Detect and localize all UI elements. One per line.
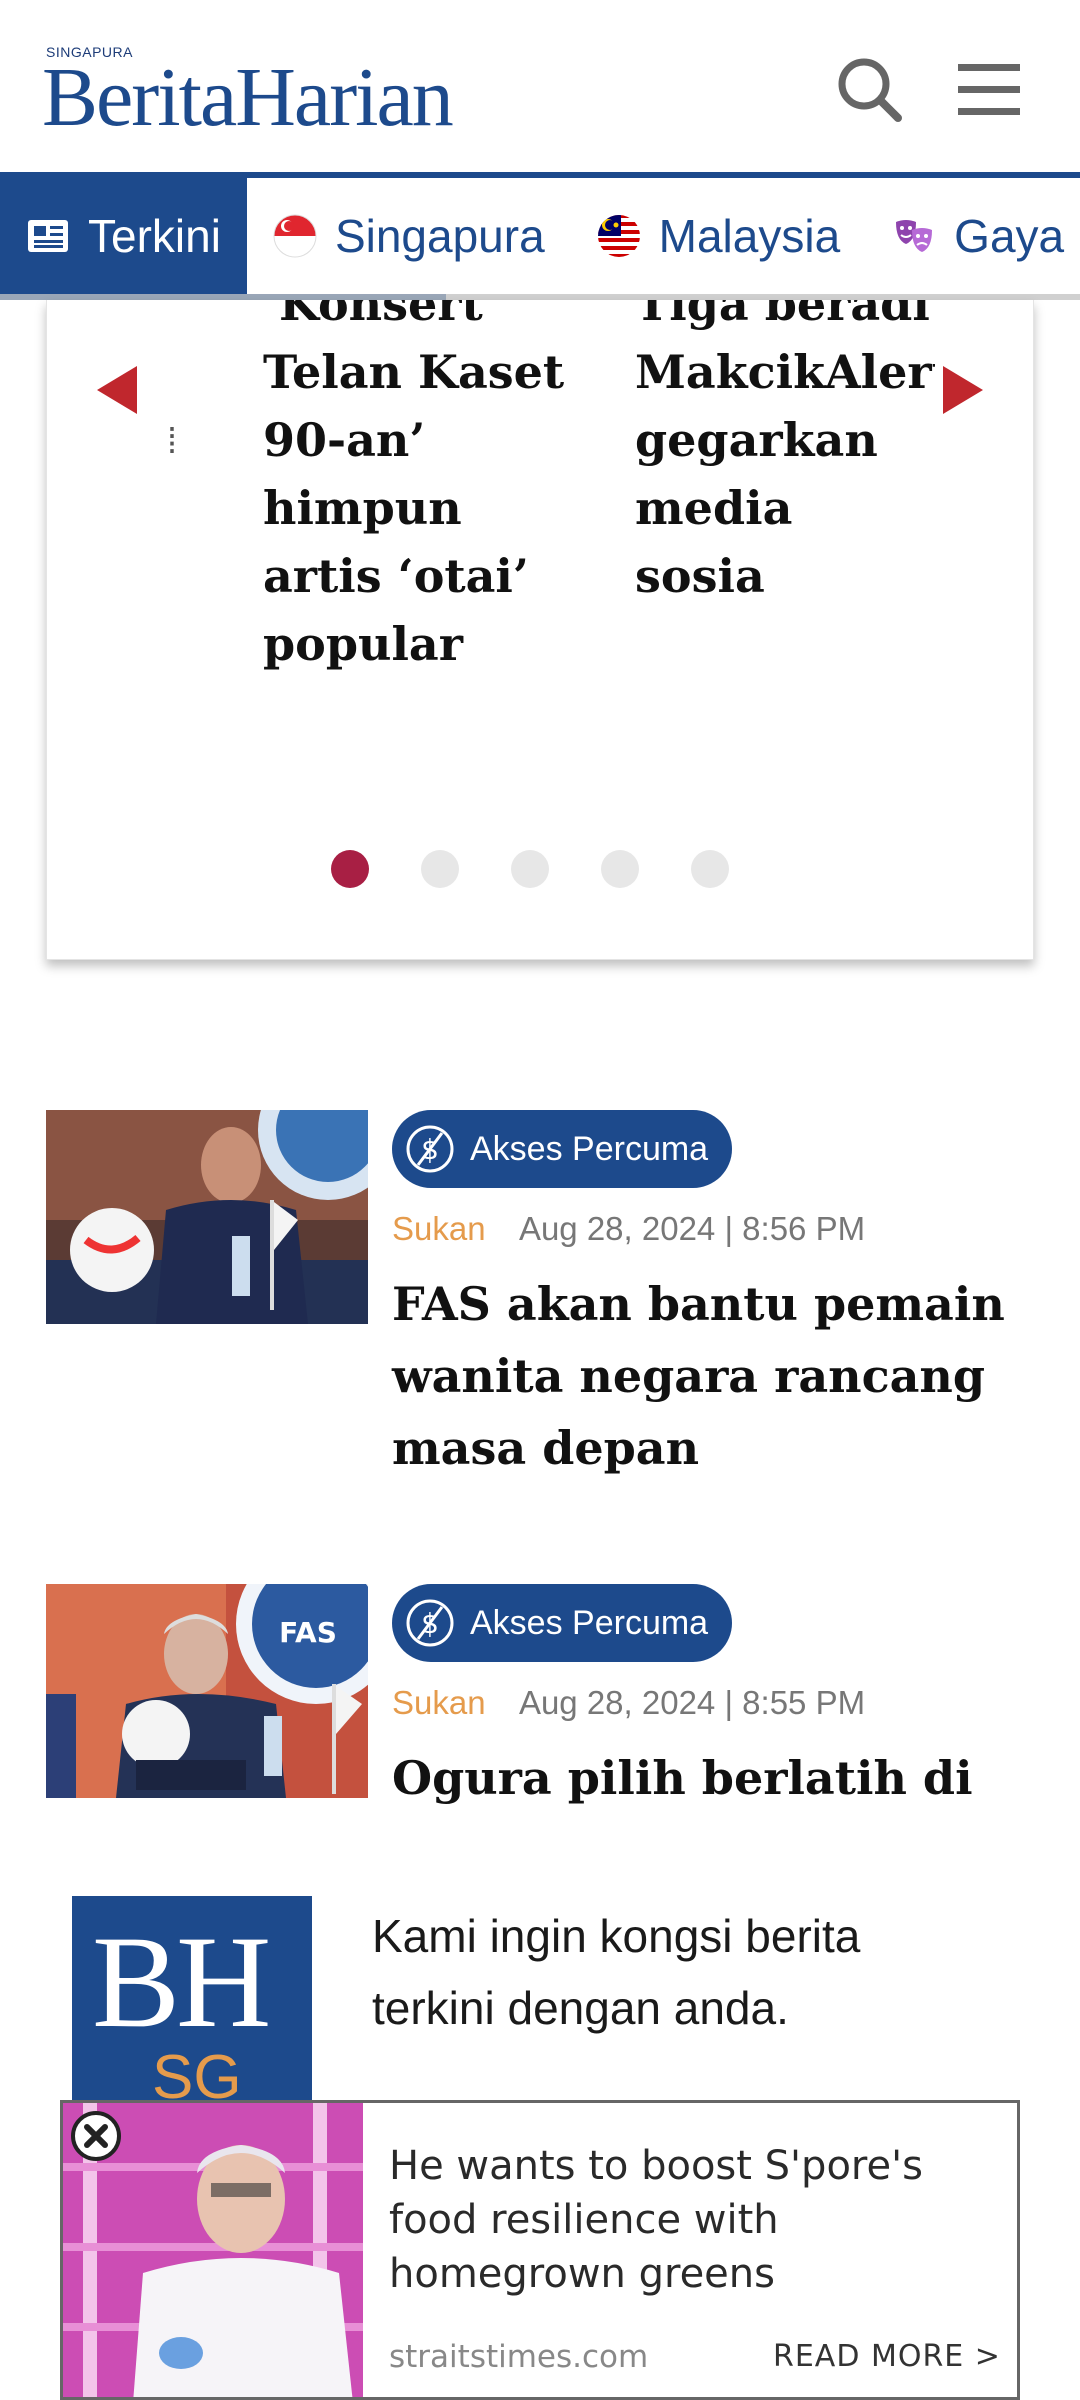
carousel-dot-2[interactable] xyxy=(421,850,459,888)
close-ad-icon[interactable] xyxy=(71,2111,121,2161)
carousel-prev-arrow-icon[interactable] xyxy=(93,360,143,420)
tab-label: Gaya xyxy=(954,210,1065,262)
tab-malaysia[interactable]: Malaysia xyxy=(571,178,867,294)
logo-bh-text: BH xyxy=(92,1908,271,2055)
bh-sg-logo: BH SG xyxy=(72,1896,312,2106)
malaysia-flag-icon xyxy=(597,214,641,258)
headline-carousel[interactable]: ⁞ ‘Konsert Telan Kaset 90-an’ himpun art… xyxy=(46,300,1034,960)
article-datetime: Aug 28, 2024 | 8:56 PM xyxy=(518,1210,866,1247)
carousel-dot-4[interactable] xyxy=(601,850,639,888)
free-access-badge: $ Akses Percuma xyxy=(392,1110,733,1188)
article-card[interactable]: $ Akses Percuma Sukan Aug 28, 2024 | 8:5… xyxy=(46,1110,1036,1490)
ad-read-more-link[interactable]: READ MORE > xyxy=(773,2339,1001,2374)
article-category[interactable]: Sukan xyxy=(392,1684,486,1721)
previous-slide-fragment: ⁞ xyxy=(167,420,178,461)
tab-gaya[interactable]: Gaya xyxy=(866,178,1080,294)
carousel-dot-5[interactable] xyxy=(691,850,729,888)
badge-label: Akses Percuma xyxy=(470,1603,709,1642)
tab-terkini[interactable]: Terkini xyxy=(0,178,247,294)
newsletter-promo[interactable]: BH SG Kami ingin kongsi berita terkini d… xyxy=(72,1896,1032,2106)
tab-label: Malaysia xyxy=(658,210,841,262)
site-header: SINGAPURA BeritaHarian xyxy=(0,0,1080,172)
carousel-next-arrow-icon[interactable] xyxy=(937,360,987,420)
ad-banner[interactable]: He wants to boost S'pore's food resilien… xyxy=(60,2100,1020,2400)
section-nav: Terkini Singapura Malaysia Gaya xyxy=(0,172,1080,300)
tab-singapura[interactable]: Singapura xyxy=(247,178,571,294)
newspaper-icon xyxy=(26,214,70,258)
article-category[interactable]: Sukan xyxy=(392,1210,486,1247)
article-title[interactable]: Ogura pilih berlatih di xyxy=(392,1742,1012,1814)
article-meta: Sukan Aug 28, 2024 | 8:56 PM xyxy=(392,1210,865,1248)
article-thumbnail[interactable] xyxy=(46,1110,368,1324)
dollar-free-icon: $ xyxy=(404,1123,456,1175)
article-title[interactable]: FAS akan bantu pemain wanita negara ranc… xyxy=(392,1268,1012,1484)
ad-headline[interactable]: He wants to boost S'pore's food resilien… xyxy=(389,2139,1009,2301)
carousel-slide-title[interactable]: Tiga beradi MakcikAlert gegarkan media s… xyxy=(635,300,935,610)
article-meta: Sukan Aug 28, 2024 | 8:55 PM xyxy=(392,1684,865,1722)
badge-label: Akses Percuma xyxy=(470,1129,709,1168)
carousel-slide-title[interactable]: ‘Konsert Telan Kaset 90-an’ himpun artis… xyxy=(263,300,593,678)
carousel-slide-title-text: Tiga beradi MakcikAlert gegarkan media s… xyxy=(635,300,935,603)
hamburger-menu-icon[interactable] xyxy=(950,50,1030,130)
search-icon[interactable] xyxy=(830,50,910,130)
article-card[interactable]: FAS $ Akses Percuma Sukan Aug 28, 2024 |… xyxy=(46,1584,1036,1884)
tab-label: Terkini xyxy=(88,210,221,262)
theatre-masks-icon xyxy=(892,214,936,258)
article-thumbnail[interactable]: FAS xyxy=(46,1584,368,1798)
ad-domain: straitstimes.com xyxy=(389,2339,649,2375)
promo-message: Kami ingin kongsi berita terkini dengan … xyxy=(372,1910,861,2034)
carousel-dot-1[interactable] xyxy=(331,850,369,888)
singapore-flag-icon xyxy=(273,214,317,258)
carousel-pagination xyxy=(331,850,729,888)
carousel-dot-3[interactable] xyxy=(511,850,549,888)
dollar-free-icon: $ xyxy=(404,1597,456,1649)
site-logo[interactable]: BeritaHarian xyxy=(42,56,454,140)
svg-text:FAS: FAS xyxy=(279,1616,337,1649)
free-access-badge: $ Akses Percuma xyxy=(392,1584,733,1662)
article-datetime: Aug 28, 2024 | 8:55 PM xyxy=(518,1684,866,1721)
logo-sg-text: SG xyxy=(152,2043,242,2106)
tab-label: Singapura xyxy=(334,210,545,262)
